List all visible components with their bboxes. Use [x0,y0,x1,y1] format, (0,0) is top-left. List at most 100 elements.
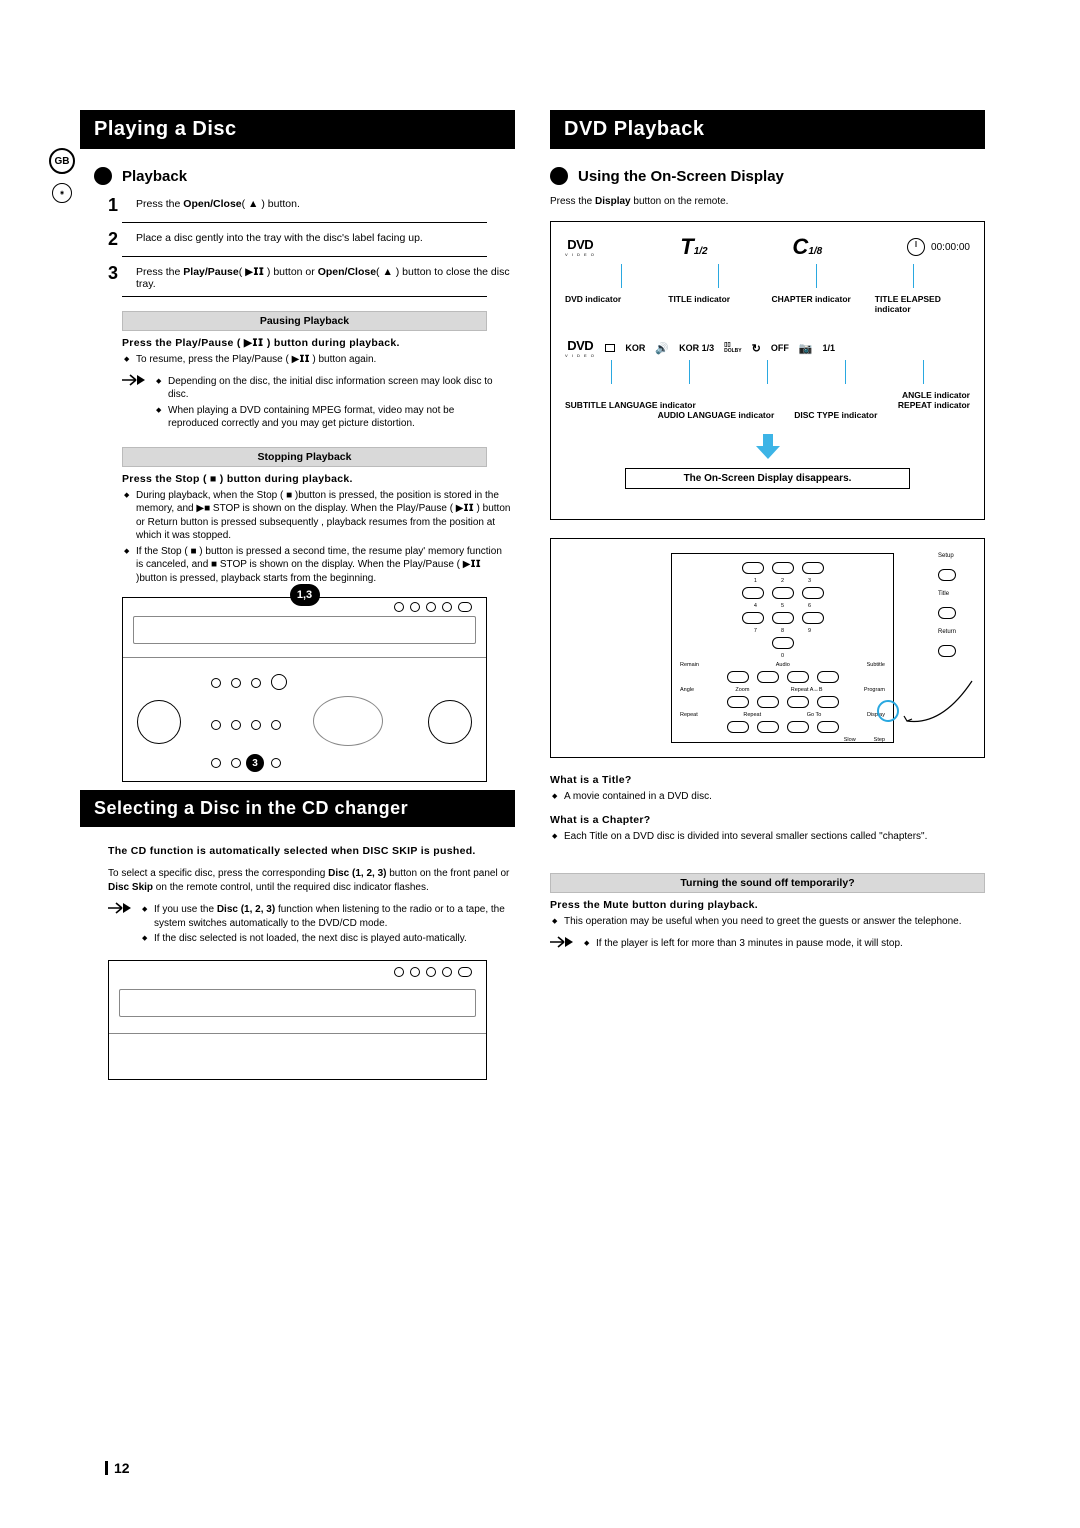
fn-button[interactable] [787,721,809,733]
l: 4 [754,603,757,609]
l: Step [874,737,885,743]
fn-labels: AngleZoomRepeat A↔BProgram [680,687,885,693]
note-arrow-icon [122,373,146,387]
fn-button[interactable] [817,696,839,708]
device-trim [109,1033,486,1073]
fn-button[interactable] [757,721,779,733]
note-block: Depending on the disc, the initial disc … [122,373,511,433]
fn-button[interactable] [787,696,809,708]
region-badge: GB [49,148,75,174]
label: TITLE ELAPSED indicator [875,294,970,314]
bullet-icon [550,167,568,185]
disc-slot [119,989,476,1017]
section-playback: Playback [94,167,515,185]
left-column: Playing a Disc Playback 1 Press the Open… [80,110,515,1088]
button-icon [231,758,241,768]
remote-figure: 123 456 789 0 RemainAudioSubtitle AngleZ… [550,538,985,758]
device-figure-2 [108,960,487,1080]
bullet: If you use the Disc (1, 2, 3) function w… [154,903,507,930]
step-text: Press the Open/Close( ▲ ) button. [136,195,300,216]
device-lower: 3 [123,660,486,781]
note-arrow-icon [108,901,132,915]
keypad-button[interactable] [772,562,794,574]
fn-button[interactable] [938,645,956,657]
dvd-logo-icon: DVD V I D E O [565,338,595,358]
osd-disappear-box: The On-Screen Display disappears. [625,468,910,489]
keypad-button[interactable] [742,587,764,599]
keypad-labels: 0 [680,653,885,659]
pointer-line-icon [913,264,914,288]
l: Setup [938,553,956,559]
l: 7 [754,628,757,634]
fn-button[interactable] [727,721,749,733]
fn-button[interactable] [817,671,839,683]
l: Title [938,591,956,597]
keypad-button[interactable] [742,612,764,624]
keypad-labels: 1 2 3 [680,578,885,584]
l: Repeat A↔B [791,687,823,693]
small-button-icon [410,967,420,977]
pointer-line-icon [767,360,768,384]
keypad-button[interactable] [742,562,764,574]
t: T [680,234,693,259]
small-button-icon [394,602,404,612]
keypad-row [680,612,885,624]
pointer-line-icon [621,264,622,288]
page-content: Playing a Disc Playback 1 Press the Open… [80,110,985,1088]
fn-button[interactable] [938,569,956,581]
button-icon [271,758,281,768]
display-button[interactable] [817,721,839,733]
keypad-button[interactable] [772,587,794,599]
remote-body: 123 456 789 0 RemainAudioSubtitle AngleZ… [671,553,894,743]
small-button-icon [410,602,420,612]
l: Angle [680,687,694,693]
fn-button[interactable] [787,671,809,683]
t: Press the [136,266,183,278]
bullet-icon [94,167,112,185]
keypad-button[interactable] [772,612,794,624]
pointer-line-icon [816,264,817,288]
keypad-button[interactable] [802,562,824,574]
l: 2 [781,578,784,584]
button-icon [231,678,241,688]
l: 0 [781,653,784,659]
side-labels: Setup Title Return [938,553,956,657]
t: V I D E O [565,353,595,358]
button-icon [231,720,241,730]
note-arrow-icon [550,935,574,949]
divider [122,296,487,297]
divider [122,222,487,223]
keypad-button[interactable] [772,637,794,649]
title-indicator: T1/2 [680,234,707,260]
question: What is a Chapter? [550,814,985,826]
audio-icon: 🔊 [655,342,669,355]
pointer-line-icon [689,360,690,384]
label: SUBTITLE LANGUAGE indicator [565,400,696,410]
question: What is a Title? [550,774,985,786]
small-button-icon [442,602,452,612]
step-1: 1 Press the Open/Close( ▲ ) button. [108,195,515,216]
keypad-button[interactable] [802,612,824,624]
dvd-logo-icon: DVD V I D E O [565,237,595,257]
l: Audio [776,662,790,668]
t: Play/Pause [183,266,238,278]
fn-button[interactable] [727,671,749,683]
note-block: If you use the Disc (1, 2, 3) function w… [108,901,511,948]
small-button-icon [426,967,436,977]
l: 3 [808,578,811,584]
pointer-arrow-icon [902,671,982,731]
angle-icon: 📷 [799,342,813,355]
heading-cd-changer: Selecting a Disc in the CD changer [80,790,515,827]
section-osd: Using the On-Screen Display [550,167,985,185]
fn-button[interactable] [757,671,779,683]
audio-lang: KOR 1/3 [679,343,714,353]
keypad-button[interactable] [802,587,824,599]
fn-button[interactable] [757,696,779,708]
instruction: Press the Play/Pause ( ▶𝗜𝗜 ) button duri… [122,337,515,349]
label: ANGLE indicator [565,390,970,400]
l: 9 [808,628,811,634]
fn-button[interactable] [727,696,749,708]
l: 1 [754,578,757,584]
fn-button[interactable] [938,607,956,619]
label: DISC TYPE indicator [794,410,877,420]
